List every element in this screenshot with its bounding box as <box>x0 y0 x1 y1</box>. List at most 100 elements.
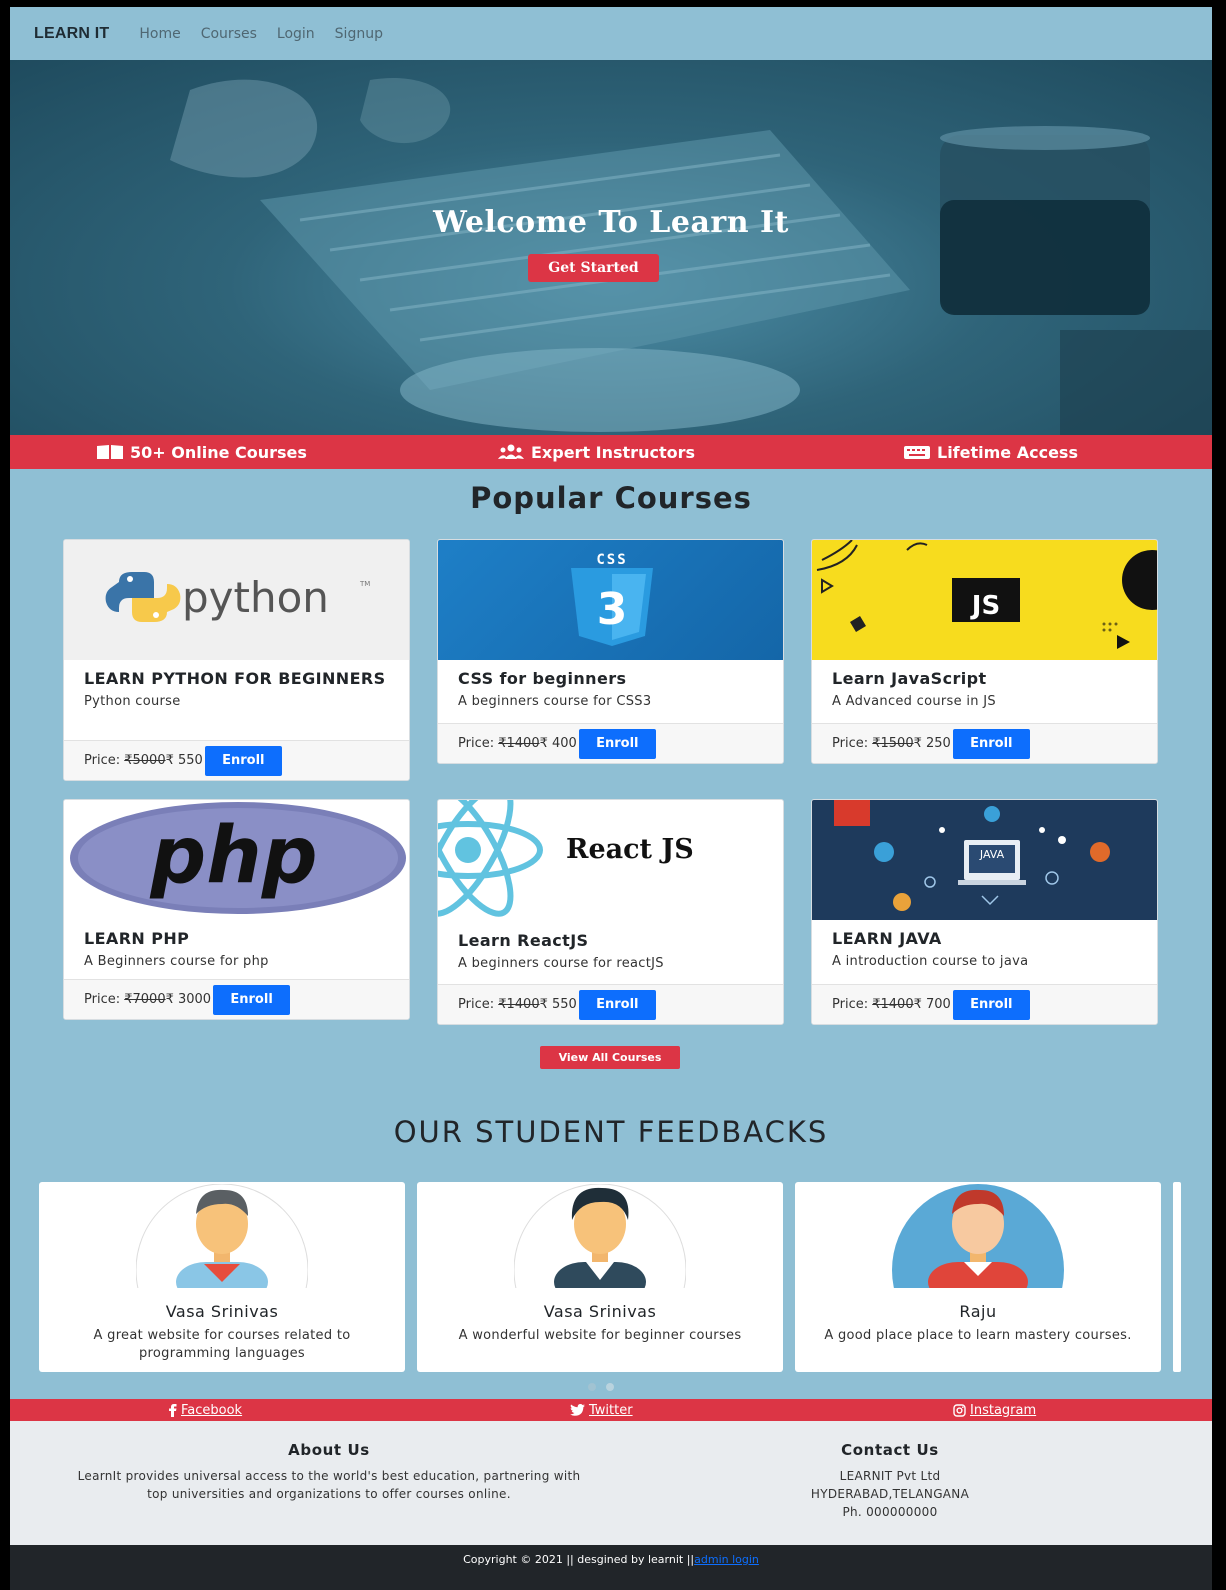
feature-lifetime-access: Lifetime Access <box>903 435 1078 469</box>
course-card: php LEARN PHP A Beginners course for php… <box>63 799 410 1020</box>
feedback-card: Raju A good place place to learn mastery… <box>795 1182 1161 1372</box>
new-price: ₹ 550 <box>539 997 577 1012</box>
course-footer: Price: ₹1400 ₹ 400 Enroll <box>438 723 783 763</box>
course-description: A introduction course to java <box>832 954 1029 969</box>
contact-us-section: Contact Us LEARNIT Pvt Ltd HYDERABAD,TEL… <box>770 1441 1010 1521</box>
price-label: Price: <box>832 736 869 751</box>
java-logo: JAVA <box>834 800 1110 911</box>
carousel-dot[interactable] <box>606 1383 614 1391</box>
avatar <box>892 1184 1064 1288</box>
course-description: A Beginners course for php <box>84 954 269 969</box>
enroll-button[interactable]: Enroll <box>578 989 656 1020</box>
get-started-button[interactable]: Get Started <box>528 254 659 282</box>
course-image-javascript: JS <box>812 540 1157 660</box>
course-card: python TM LEARN PYTHON FOR BEGINNERS Pyt… <box>63 539 410 781</box>
feedback-text: A good place place to learn mastery cour… <box>824 1328 1132 1343</box>
enroll-button[interactable]: Enroll <box>204 745 282 776</box>
course-card: JS Learn JavaScript A Advanced course in… <box>811 539 1158 764</box>
course-card: React JS Learn ReactJS A beginners cours… <box>437 799 784 1025</box>
new-price: ₹ 700 <box>913 997 951 1012</box>
old-price: ₹7000 <box>124 992 166 1007</box>
svg-text:3: 3 <box>597 584 628 635</box>
feature-label: Lifetime Access <box>937 442 1078 462</box>
contact-line: HYDERABAD,TELANGANA <box>810 1487 970 1501</box>
book-icon <box>97 445 123 459</box>
nav-link-login[interactable]: Login <box>277 26 315 42</box>
contact-line: Ph. 000000000 <box>842 1505 938 1519</box>
course-title: LEARN PHP <box>84 929 190 948</box>
course-card: JAVA LEARN JAVA A introduction course to… <box>811 799 1158 1025</box>
brand-logo[interactable]: LEARN IT <box>34 25 109 43</box>
svg-text:TM: TM <box>359 580 370 588</box>
course-title: CSS for beginners <box>458 669 627 688</box>
enroll-button[interactable]: Enroll <box>952 989 1030 1020</box>
course-card: 3 CSS CSS for beginners A beginners cour… <box>437 539 784 764</box>
hero-background-image <box>170 78 1212 435</box>
nav-link-signup[interactable]: Signup <box>335 26 383 42</box>
course-title: Learn ReactJS <box>458 931 589 950</box>
old-price: ₹1400 <box>498 736 540 751</box>
php-logo: php <box>70 802 406 914</box>
feature-label: 50+ Online Courses <box>130 442 307 462</box>
copyright-text: Copyright © 2021 || desgined by learnit … <box>463 1553 695 1566</box>
feature-bar: 50+ Online Courses Expert Instructors Li… <box>10 435 1212 469</box>
course-footer: Price: ₹1400 ₹ 550 Enroll <box>438 984 783 1024</box>
course-footer: Price: ₹1400 ₹ 700 Enroll <box>812 984 1157 1024</box>
nav-link-home[interactable]: Home <box>139 26 180 42</box>
feedback-text: A great website for courses related to p… <box>93 1328 351 1361</box>
feedbacks-title: OUR STUDENT FEEDBACKS <box>393 1115 829 1149</box>
price-label: Price: <box>832 997 869 1012</box>
php-logo-text: php <box>149 811 317 901</box>
twitter-icon <box>570 1404 585 1416</box>
page-frame: LEARN IT Home Courses Login Signup Welco… <box>10 7 1212 1590</box>
new-price: ₹ 400 <box>539 736 577 751</box>
course-footer: Price: ₹7000 ₹ 3000 Enroll <box>64 979 409 1019</box>
about-us-section: About Us LearnIt provides universal acce… <box>66 1441 592 1503</box>
instagram-icon <box>953 1403 966 1417</box>
twitter-link[interactable]: Twitter <box>570 1399 633 1421</box>
feature-expert-instructors: Expert Instructors <box>497 435 695 469</box>
facebook-link[interactable]: Facebook <box>168 1399 242 1421</box>
feedback-name: Raju <box>959 1302 997 1321</box>
course-footer: Price: ₹1500 ₹ 250 Enroll <box>812 723 1157 763</box>
price-label: Price: <box>84 992 121 1007</box>
enroll-button[interactable]: Enroll <box>952 728 1030 759</box>
twitter-label: Twitter <box>589 1402 633 1418</box>
course-image-java: JAVA <box>812 800 1157 920</box>
nav-link-courses[interactable]: Courses <box>201 26 257 42</box>
instagram-label: Instagram <box>970 1402 1037 1418</box>
old-price: ₹1400 <box>498 997 540 1012</box>
course-description: A beginners course for CSS3 <box>458 694 652 709</box>
course-description: Python course <box>84 694 181 709</box>
carousel-dot[interactable] <box>588 1383 596 1391</box>
instagram-link[interactable]: Instagram <box>953 1399 1036 1421</box>
feedback-text: A wonderful website for beginner courses <box>458 1328 742 1343</box>
old-price: ₹1400 <box>872 997 914 1012</box>
course-title: Learn JavaScript <box>832 669 987 688</box>
enroll-button[interactable]: Enroll <box>213 984 291 1015</box>
hero-title: Welcome To Learn It <box>433 205 789 240</box>
python-logo-text: python <box>182 573 329 622</box>
admin-login-link[interactable]: admin login <box>694 1553 759 1566</box>
contact-line: LEARNIT Pvt Ltd <box>839 1469 941 1483</box>
css-logo-text: CSS <box>596 552 627 568</box>
price-label: Price: <box>84 753 121 768</box>
enroll-button[interactable]: Enroll <box>578 728 656 759</box>
feedback-name: Vasa Srinivas <box>543 1302 657 1321</box>
price-label: Price: <box>458 997 495 1012</box>
javascript-logo: JS <box>816 540 1157 649</box>
course-title: LEARN JAVA <box>832 929 942 948</box>
about-us-text: LearnIt provides universal access to the… <box>77 1469 581 1501</box>
carousel-indicators <box>588 1383 614 1391</box>
course-description: A Advanced course in JS <box>832 694 996 709</box>
view-all-courses-button[interactable]: View All Courses <box>540 1046 680 1069</box>
course-title: LEARN PYTHON FOR BEGINNERS <box>84 669 386 688</box>
keyboard-icon <box>904 446 930 459</box>
feature-label: Expert Instructors <box>531 442 695 462</box>
feature-online-courses: 50+ Online Courses <box>96 435 307 469</box>
facebook-label: Facebook <box>181 1402 243 1418</box>
feedback-name: Vasa Srinivas <box>165 1302 279 1321</box>
course-image-react: React JS <box>438 800 783 924</box>
contact-us-title: Contact Us <box>841 1441 939 1459</box>
old-price: ₹1500 <box>872 736 914 751</box>
